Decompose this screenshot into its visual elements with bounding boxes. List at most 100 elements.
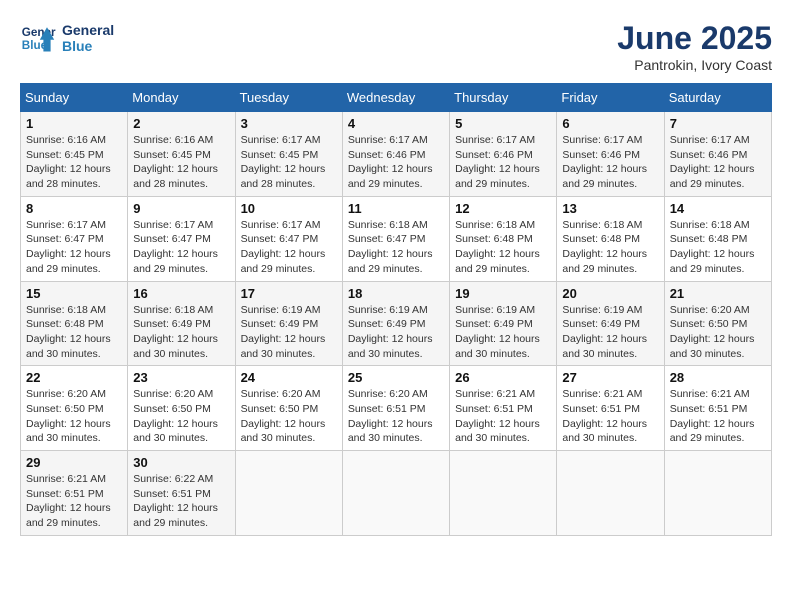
day-number: 14 [670, 201, 766, 216]
day-cell: 11 Sunrise: 6:18 AM Sunset: 6:47 PM Dayli… [342, 196, 449, 281]
day-cell: 14 Sunrise: 6:18 AM Sunset: 6:48 PM Dayli… [664, 196, 771, 281]
day-info: Sunrise: 6:20 AM Sunset: 6:50 PM Dayligh… [670, 303, 766, 362]
weekday-header-wednesday: Wednesday [342, 84, 449, 112]
day-info: Sunrise: 6:20 AM Sunset: 6:51 PM Dayligh… [348, 387, 444, 446]
day-cell: 6Sunrise: 6:17 AM Sunset: 6:46 PM Daylig… [557, 112, 664, 197]
day-number: 11 [348, 201, 444, 216]
day-info: Sunrise: 6:17 AM Sunset: 6:47 PM Dayligh… [26, 218, 122, 277]
day-number: 19 [455, 286, 551, 301]
day-cell: 3 Sunrise: 6:17 AM Sunset: 6:45 PM Daylig… [235, 112, 342, 197]
day-cell: 19 Sunrise: 6:19 AM Sunset: 6:49 PM Dayli… [450, 281, 557, 366]
weekday-header-thursday: Thursday [450, 84, 557, 112]
day-number: 13 [562, 201, 658, 216]
day-info: Sunrise: 6:17 AM Sunset: 6:46 PM Dayligh… [670, 133, 766, 192]
day-info: Sunrise: 6:20 AM Sunset: 6:50 PM Dayligh… [241, 387, 337, 446]
day-number: 26 [455, 370, 551, 385]
day-info: Sunrise: 6:18 AM Sunset: 6:48 PM Dayligh… [26, 303, 122, 362]
logo-blue: Blue [62, 38, 114, 54]
day-number: 1 [26, 116, 122, 131]
day-number: 21 [670, 286, 766, 301]
day-info: Sunrise: 6:17 AM Sunset: 6:45 PM Dayligh… [241, 133, 337, 192]
day-info: Sunrise: 6:22 AM Sunset: 6:51 PM Dayligh… [133, 472, 229, 531]
calendar: SundayMondayTuesdayWednesdayThursdayFrid… [20, 83, 772, 536]
day-number: 22 [26, 370, 122, 385]
location-title: Pantrokin, Ivory Coast [617, 57, 772, 73]
day-cell: 13 Sunrise: 6:18 AM Sunset: 6:48 PM Dayli… [557, 196, 664, 281]
day-number: 7 [670, 116, 766, 131]
week-row-1: 1 Sunrise: 6:16 AM Sunset: 6:45 PM Daylig… [21, 112, 772, 197]
day-number: 18 [348, 286, 444, 301]
day-cell: 2 Sunrise: 6:16 AM Sunset: 6:45 PM Daylig… [128, 112, 235, 197]
day-number: 20 [562, 286, 658, 301]
day-info: Sunrise: 6:18 AM Sunset: 6:49 PM Dayligh… [133, 303, 229, 362]
day-cell [664, 451, 771, 536]
day-info: Sunrise: 6:17 AM Sunset: 6:46 PM Dayligh… [455, 133, 551, 192]
week-row-2: 8 Sunrise: 6:17 AM Sunset: 6:47 PM Daylig… [21, 196, 772, 281]
day-cell: 23 Sunrise: 6:20 AM Sunset: 6:50 PM Dayli… [128, 366, 235, 451]
day-number: 25 [348, 370, 444, 385]
day-cell: 12 Sunrise: 6:18 AM Sunset: 6:48 PM Dayli… [450, 196, 557, 281]
day-info: Sunrise: 6:21 AM Sunset: 6:51 PM Dayligh… [562, 387, 658, 446]
day-info: Sunrise: 6:17 AM Sunset: 6:47 PM Dayligh… [241, 218, 337, 277]
logo-icon: General Blue [20, 20, 56, 56]
day-cell: 18 Sunrise: 6:19 AM Sunset: 6:49 PM Dayli… [342, 281, 449, 366]
day-number: 5 [455, 116, 551, 131]
day-info: Sunrise: 6:16 AM Sunset: 6:45 PM Dayligh… [133, 133, 229, 192]
day-info: Sunrise: 6:20 AM Sunset: 6:50 PM Dayligh… [133, 387, 229, 446]
day-cell: 7 Sunrise: 6:17 AM Sunset: 6:46 PM Daylig… [664, 112, 771, 197]
day-cell [557, 451, 664, 536]
day-number: 24 [241, 370, 337, 385]
day-cell: 5 Sunrise: 6:17 AM Sunset: 6:46 PM Daylig… [450, 112, 557, 197]
day-number: 16 [133, 286, 229, 301]
logo-general: General [62, 22, 114, 38]
day-cell: 29 Sunrise: 6:21 AM Sunset: 6:51 PM Dayli… [21, 451, 128, 536]
logo: General Blue General Blue [20, 20, 114, 56]
day-cell: 21 Sunrise: 6:20 AM Sunset: 6:50 PM Dayli… [664, 281, 771, 366]
day-cell: 27 Sunrise: 6:21 AM Sunset: 6:51 PM Dayli… [557, 366, 664, 451]
day-number: 2 [133, 116, 229, 131]
calendar-body: 1 Sunrise: 6:16 AM Sunset: 6:45 PM Daylig… [21, 112, 772, 536]
day-info: Sunrise: 6:19 AM Sunset: 6:49 PM Dayligh… [562, 303, 658, 362]
day-cell: 4 Sunrise: 6:17 AM Sunset: 6:46 PM Daylig… [342, 112, 449, 197]
day-cell: 24 Sunrise: 6:20 AM Sunset: 6:50 PM Dayli… [235, 366, 342, 451]
week-row-4: 22 Sunrise: 6:20 AM Sunset: 6:50 PM Dayli… [21, 366, 772, 451]
day-cell: 9Sunrise: 6:17 AM Sunset: 6:47 PM Daylig… [128, 196, 235, 281]
day-cell: 15 Sunrise: 6:18 AM Sunset: 6:48 PM Dayli… [21, 281, 128, 366]
day-info: Sunrise: 6:17 AM Sunset: 6:46 PM Dayligh… [348, 133, 444, 192]
weekday-header-tuesday: Tuesday [235, 84, 342, 112]
day-info: Sunrise: 6:19 AM Sunset: 6:49 PM Dayligh… [455, 303, 551, 362]
day-info: Sunrise: 6:21 AM Sunset: 6:51 PM Dayligh… [670, 387, 766, 446]
day-number: 23 [133, 370, 229, 385]
day-number: 30 [133, 455, 229, 470]
day-number: 8 [26, 201, 122, 216]
day-number: 27 [562, 370, 658, 385]
day-cell [342, 451, 449, 536]
day-number: 12 [455, 201, 551, 216]
day-info: Sunrise: 6:21 AM Sunset: 6:51 PM Dayligh… [26, 472, 122, 531]
day-info: Sunrise: 6:18 AM Sunset: 6:48 PM Dayligh… [670, 218, 766, 277]
day-cell: 10 Sunrise: 6:17 AM Sunset: 6:47 PM Dayli… [235, 196, 342, 281]
day-number: 15 [26, 286, 122, 301]
weekday-header-row: SundayMondayTuesdayWednesdayThursdayFrid… [21, 84, 772, 112]
day-cell [235, 451, 342, 536]
day-info: Sunrise: 6:16 AM Sunset: 6:45 PM Dayligh… [26, 133, 122, 192]
day-info: Sunrise: 6:18 AM Sunset: 6:48 PM Dayligh… [455, 218, 551, 277]
day-info: Sunrise: 6:19 AM Sunset: 6:49 PM Dayligh… [348, 303, 444, 362]
week-row-5: 29 Sunrise: 6:21 AM Sunset: 6:51 PM Dayli… [21, 451, 772, 536]
day-cell: 20 Sunrise: 6:19 AM Sunset: 6:49 PM Dayli… [557, 281, 664, 366]
weekday-header-monday: Monday [128, 84, 235, 112]
day-cell: 1 Sunrise: 6:16 AM Sunset: 6:45 PM Daylig… [21, 112, 128, 197]
day-info: Sunrise: 6:21 AM Sunset: 6:51 PM Dayligh… [455, 387, 551, 446]
day-info: Sunrise: 6:18 AM Sunset: 6:48 PM Dayligh… [562, 218, 658, 277]
day-number: 29 [26, 455, 122, 470]
day-number: 17 [241, 286, 337, 301]
day-cell: 8 Sunrise: 6:17 AM Sunset: 6:47 PM Daylig… [21, 196, 128, 281]
day-info: Sunrise: 6:18 AM Sunset: 6:47 PM Dayligh… [348, 218, 444, 277]
day-number: 6 [562, 116, 658, 131]
day-number: 3 [241, 116, 337, 131]
day-info: Sunrise: 6:19 AM Sunset: 6:49 PM Dayligh… [241, 303, 337, 362]
title-area: June 2025 Pantrokin, Ivory Coast [617, 20, 772, 73]
day-number: 4 [348, 116, 444, 131]
day-number: 10 [241, 201, 337, 216]
day-cell: 16 Sunrise: 6:18 AM Sunset: 6:49 PM Dayli… [128, 281, 235, 366]
